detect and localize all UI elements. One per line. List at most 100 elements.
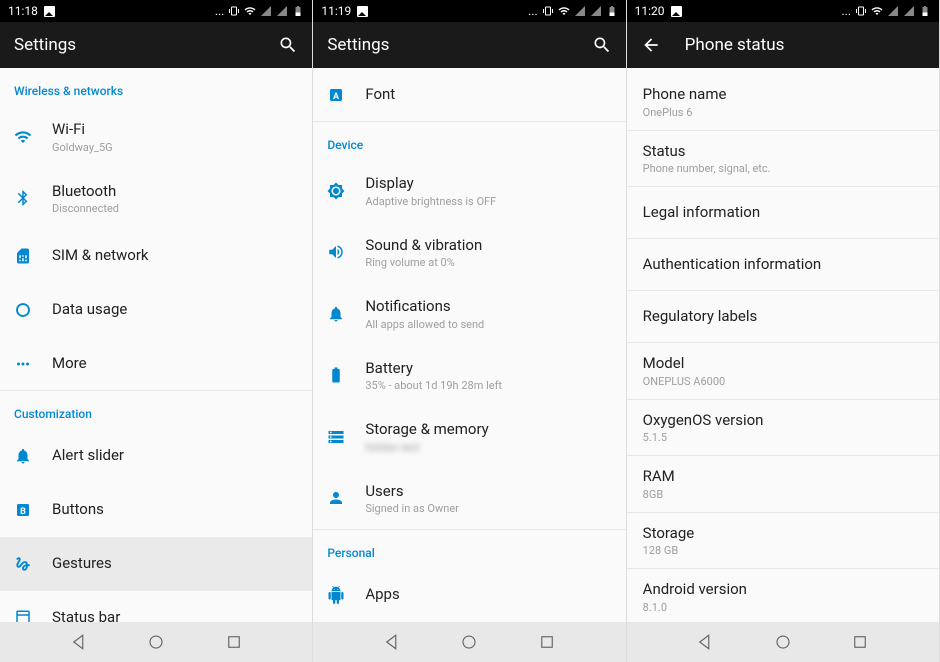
image-icon: [671, 6, 682, 17]
bluetooth-icon: [14, 189, 52, 207]
auth-item[interactable]: Authentication information: [627, 239, 939, 291]
wifi-icon: [871, 5, 883, 17]
battery-item[interactable]: Battery35% - about 1d 19h 28m left: [313, 345, 625, 407]
wifi-icon: [244, 5, 256, 17]
nav-recent[interactable]: [851, 633, 869, 651]
more-label: More: [52, 354, 298, 374]
app-title: Phone status: [685, 35, 925, 55]
app-bar: Settings: [0, 22, 312, 68]
status-time: 11:18: [8, 4, 38, 18]
back-button[interactable]: [641, 35, 661, 55]
legal-item[interactable]: Legal information: [627, 187, 939, 239]
statusbar-item[interactable]: Status bar: [0, 591, 312, 622]
model-sub: ONEPLUS A6000: [643, 375, 923, 388]
buttons-icon: B: [14, 501, 52, 519]
status-dots: ...: [841, 4, 851, 18]
nav-home[interactable]: [147, 633, 165, 651]
nav-recent[interactable]: [538, 633, 556, 651]
nav-home[interactable]: [460, 633, 478, 651]
users-item[interactable]: UsersSigned in as Owner: [313, 468, 625, 531]
buttons-label: Buttons: [52, 500, 298, 520]
name-label: Phone name: [643, 85, 923, 105]
settings-list[interactable]: Wireless & networks Wi-FiGoldway_5G Blue…: [0, 68, 312, 622]
notifications-item[interactable]: NotificationsAll apps allowed to send: [313, 283, 625, 345]
nav-back[interactable]: [696, 633, 714, 651]
bell-icon: [327, 305, 365, 323]
sim-icon: [14, 247, 52, 265]
section-personal: Personal: [313, 530, 625, 568]
storage-item[interactable]: Storage & memoryhidden text: [313, 406, 625, 468]
signal-icon-2: [276, 5, 288, 17]
display-item[interactable]: DisplayAdaptive brightness is OFF: [313, 160, 625, 222]
wifi-icon: [558, 5, 570, 17]
apps-item[interactable]: Apps: [313, 568, 625, 622]
regulatory-item[interactable]: Regulatory labels: [627, 291, 939, 343]
wifi-item[interactable]: Wi-FiGoldway_5G: [0, 106, 312, 168]
phone-name-item[interactable]: Phone nameOnePlus 6: [627, 74, 939, 131]
bluetooth-sub: Disconnected: [52, 202, 298, 215]
nav-back[interactable]: [70, 633, 88, 651]
status-dots: ...: [215, 4, 225, 18]
battery-icon: [919, 5, 931, 17]
phone-3: 11:20 ... Phone status Phone nameOnePlus…: [627, 0, 940, 662]
svg-text:B: B: [20, 507, 26, 517]
buttons-item[interactable]: B Buttons: [0, 483, 312, 537]
nav-recent[interactable]: [225, 633, 243, 651]
storage-sub: 128 GB: [643, 544, 923, 557]
bluetooth-item[interactable]: BluetoothDisconnected: [0, 168, 312, 230]
legal-label: Legal information: [643, 203, 923, 223]
oxygen-item[interactable]: OxygenOS version5.1.5: [627, 400, 939, 457]
gestures-icon: [14, 555, 52, 573]
sound-item[interactable]: Sound & vibrationRing volume at 0%: [313, 222, 625, 284]
font-item[interactable]: A Font: [313, 68, 625, 122]
nav-home[interactable]: [774, 633, 792, 651]
wifi-sub: Goldway_5G: [52, 141, 298, 154]
bell-icon: [14, 447, 52, 465]
status-time: 11:19: [321, 4, 351, 18]
wifi-label: Wi-Fi: [52, 120, 298, 140]
phone-status-list[interactable]: Phone nameOnePlus 6 StatusPhone number, …: [627, 68, 939, 622]
battery-icon: [327, 366, 365, 384]
data-label: Data usage: [52, 300, 298, 320]
search-icon: [278, 35, 298, 55]
bluetooth-label: Bluetooth: [52, 182, 298, 202]
alert-slider-item[interactable]: Alert slider: [0, 429, 312, 483]
search-button[interactable]: [278, 35, 298, 55]
vibrate-icon: [542, 5, 554, 17]
nav-back[interactable]: [383, 633, 401, 651]
font-icon: A: [327, 86, 365, 104]
sound-sub: Ring volume at 0%: [365, 256, 611, 269]
more-icon: [14, 355, 52, 373]
storage-item[interactable]: Storage128 GB: [627, 513, 939, 570]
arrow-back-icon: [641, 35, 661, 55]
notif-sub: All apps allowed to send: [365, 318, 611, 331]
status-dots: ...: [528, 4, 538, 18]
phone-1: 11:18 ... Settings Wireless & networks W…: [0, 0, 313, 662]
gestures-item[interactable]: Gestures: [0, 537, 312, 591]
settings-list[interactable]: A Font Device DisplayAdaptive brightness…: [313, 68, 625, 622]
oxygen-label: OxygenOS version: [643, 411, 923, 431]
volume-icon: [327, 243, 365, 261]
battery-icon: [292, 5, 304, 17]
more-item[interactable]: More: [0, 337, 312, 391]
model-item[interactable]: ModelONEPLUS A6000: [627, 343, 939, 400]
svg-text:A: A: [333, 91, 340, 101]
ram-item[interactable]: RAM8GB: [627, 456, 939, 513]
nav-bar: [627, 622, 939, 662]
phone-2: 11:19 ... Settings A Font Device Display…: [313, 0, 626, 662]
sim-item[interactable]: SIM & network: [0, 229, 312, 283]
display-sub: Adaptive brightness is OFF: [365, 195, 611, 208]
image-icon: [357, 6, 368, 17]
users-label: Users: [365, 482, 611, 502]
data-usage-item[interactable]: Data usage: [0, 283, 312, 337]
wifi-icon: [14, 128, 52, 146]
status-item[interactable]: StatusPhone number, signal, etc.: [627, 131, 939, 188]
users-sub: Signed in as Owner: [365, 502, 611, 515]
android-item[interactable]: Android version8.1.0: [627, 569, 939, 622]
storage-sub: hidden text: [365, 441, 611, 454]
battery-label: Battery: [365, 359, 611, 379]
search-icon: [592, 35, 612, 55]
data-usage-icon: [14, 301, 52, 319]
battery-sub: 35% - about 1d 19h 28m left: [365, 379, 611, 392]
search-button[interactable]: [592, 35, 612, 55]
